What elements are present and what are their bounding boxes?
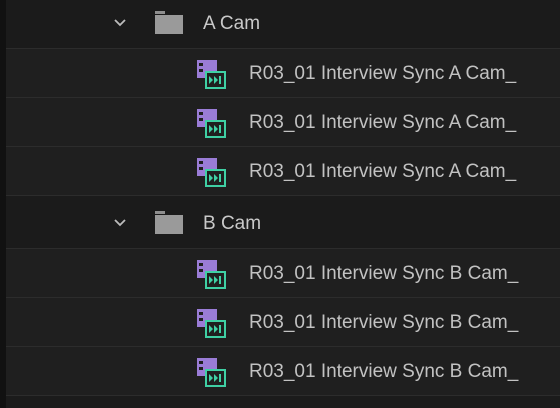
clip-name: R03_01 Interview Sync A Cam_ [249, 63, 517, 84]
multicam-clip-icon [197, 309, 226, 338]
clip-name: R03_01 Interview Sync A Cam_ [249, 161, 517, 182]
bin-row-b-cam[interactable]: B Cam [6, 200, 560, 249]
bin-row-a-cam[interactable]: A Cam [6, 0, 560, 49]
clip-name: R03_01 Interview Sync B Cam_ [249, 263, 519, 284]
multicam-clip-icon [197, 60, 226, 89]
clip-row[interactable]: R03_01 Interview Sync A Cam_ [6, 147, 560, 196]
multicam-clip-icon [197, 109, 226, 138]
multicam-clip-icon [197, 158, 226, 187]
multicam-clip-icon [197, 260, 226, 289]
clip-name: R03_01 Interview Sync B Cam_ [249, 361, 519, 382]
clip-row[interactable]: R03_01 Interview Sync B Cam_ [6, 249, 560, 298]
bin-label: A Cam [203, 13, 261, 34]
clip-name: R03_01 Interview Sync A Cam_ [249, 112, 517, 133]
bin-label: B Cam [203, 213, 262, 234]
chevron-down-icon[interactable] [112, 215, 128, 231]
clip-name: R03_01 Interview Sync B Cam_ [249, 312, 519, 333]
folder-icon [155, 11, 183, 34]
folder-icon [155, 211, 183, 234]
clip-row[interactable]: R03_01 Interview Sync B Cam_ [6, 347, 560, 396]
clip-row[interactable]: R03_01 Interview Sync B Cam_ [6, 298, 560, 347]
project-panel: A Cam R03_01 Interview Sync A Cam_ R03_0… [0, 0, 560, 408]
multicam-clip-icon [197, 358, 226, 387]
clip-row[interactable]: R03_01 Interview Sync A Cam_ [6, 98, 560, 147]
clip-row[interactable]: R03_01 Interview Sync A Cam_ [6, 49, 560, 98]
chevron-down-icon[interactable] [112, 15, 128, 31]
